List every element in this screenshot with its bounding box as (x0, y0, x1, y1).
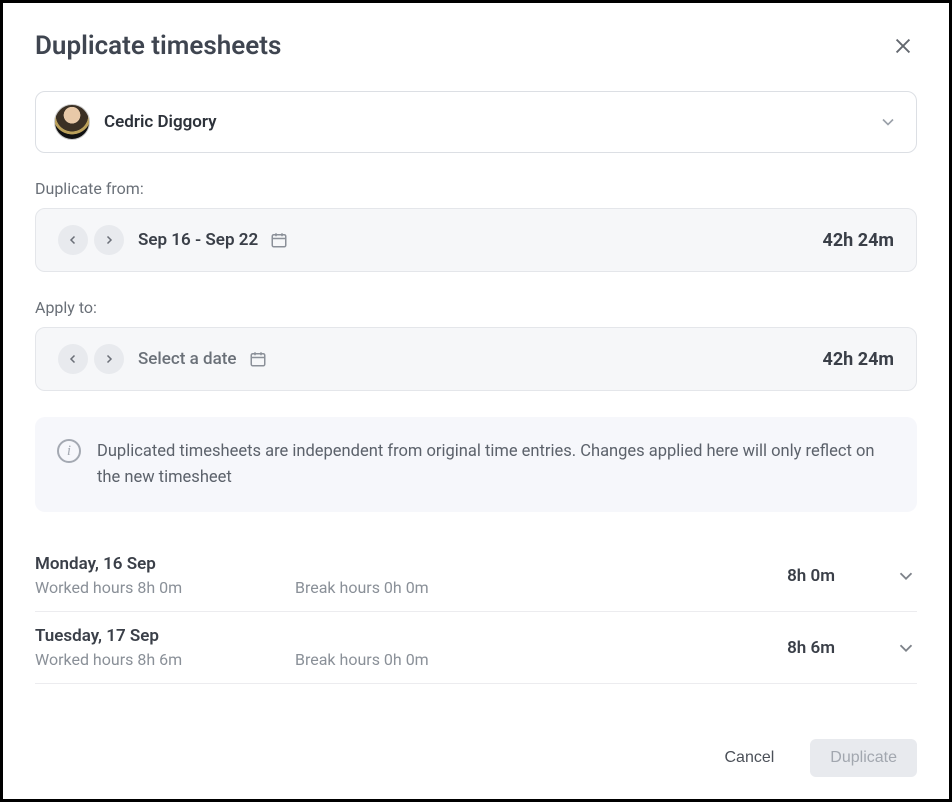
avatar (54, 104, 90, 140)
chevron-down-icon[interactable] (895, 637, 917, 659)
modal-header: Duplicate timesheets (35, 31, 917, 61)
close-button[interactable] (889, 32, 917, 60)
user-name: Cedric Diggory (104, 112, 217, 132)
duplicate-from-range[interactable]: Sep 16 - Sep 22 (138, 230, 288, 250)
break-hours: Break hours 0h 0m (295, 578, 475, 597)
duplicate-from-bar: Sep 16 - Sep 22 42h 24m (35, 208, 917, 272)
prev-week-button[interactable] (58, 225, 88, 255)
duplicate-button[interactable]: Duplicate (810, 739, 917, 777)
apply-to-label: Apply to: (35, 298, 917, 317)
user-select-left: Cedric Diggory (54, 104, 217, 140)
apply-to-placeholder: Select a date (138, 349, 237, 369)
day-row: Tuesday, 17 Sep Worked hours 8h 6m Break… (35, 612, 917, 684)
modal-title: Duplicate timesheets (35, 31, 281, 61)
day-row: Monday, 16 Sep Worked hours 8h 0m Break … (35, 540, 917, 612)
duplicate-from-total: 42h 24m (823, 230, 894, 251)
apply-to-date[interactable]: Select a date (138, 349, 267, 369)
day-total: 8h 0m (787, 566, 835, 586)
apply-next-button[interactable] (94, 344, 124, 374)
worked-hours: Worked hours 8h 6m (35, 650, 215, 669)
apply-prev-button[interactable] (58, 344, 88, 374)
next-week-button[interactable] (94, 225, 124, 255)
info-icon: i (57, 439, 81, 463)
worked-hours: Worked hours 8h 0m (35, 578, 215, 597)
chevron-down-icon (878, 112, 898, 132)
break-hours: Break hours 0h 0m (295, 650, 475, 669)
cancel-button[interactable]: Cancel (704, 739, 794, 777)
day-total: 8h 6m (787, 638, 835, 658)
duplicate-from-range-text: Sep 16 - Sep 22 (138, 230, 258, 250)
close-icon (892, 35, 914, 57)
chevron-right-icon (103, 353, 115, 365)
apply-to-total: 42h 24m (823, 349, 894, 370)
duplicate-from-label: Duplicate from: (35, 179, 917, 198)
duplicate-timesheets-modal: Duplicate timesheets Cedric Diggory Dupl… (3, 3, 949, 799)
chevron-down-icon[interactable] (895, 565, 917, 587)
user-select[interactable]: Cedric Diggory (35, 91, 917, 153)
info-text: Duplicated timesheets are independent fr… (97, 439, 895, 490)
calendar-icon (249, 350, 267, 368)
chevron-left-icon (67, 353, 79, 365)
day-name: Monday, 16 Sep (35, 554, 787, 574)
modal-footer: Cancel Duplicate (3, 721, 949, 799)
chevron-right-icon (103, 234, 115, 246)
calendar-icon (270, 231, 288, 249)
day-name: Tuesday, 17 Sep (35, 626, 787, 646)
info-box: i Duplicated timesheets are independent … (35, 417, 917, 512)
chevron-left-icon (67, 234, 79, 246)
apply-to-bar: Select a date 42h 24m (35, 327, 917, 391)
